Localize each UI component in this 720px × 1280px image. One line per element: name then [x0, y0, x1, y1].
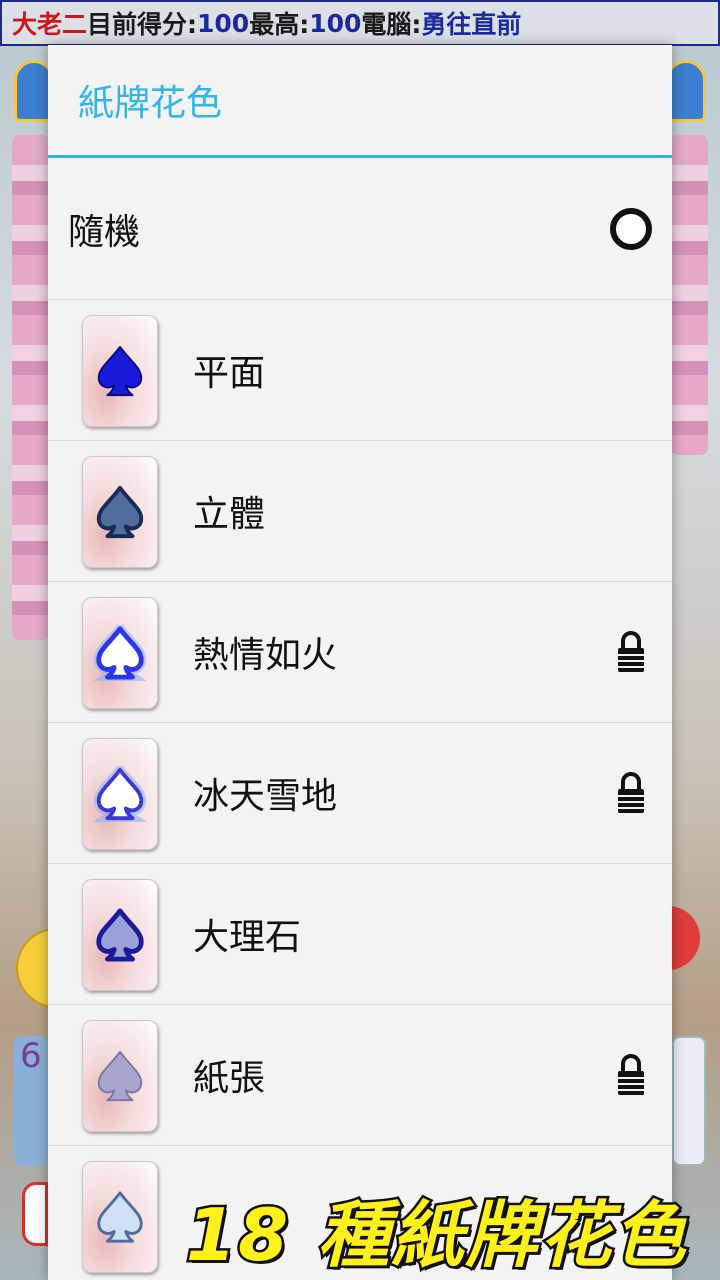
- option-label: 平面: [193, 353, 266, 394]
- card-thumbnail: [82, 879, 158, 991]
- spade-paper-icon: [97, 1050, 143, 1102]
- spade-flat-icon: [97, 345, 143, 397]
- game-badge-right: [666, 60, 706, 122]
- option-label: 大理石: [193, 917, 302, 958]
- card-thumbnail: [82, 597, 158, 709]
- option-item[interactable]: 大理石: [48, 864, 672, 1005]
- promo-banner: 18 種紙牌花色: [184, 1191, 688, 1280]
- option-label: 冰天雪地: [193, 776, 338, 817]
- card-style-dialog: 紙牌花色 隨機 平面立體熱情如火 冰天雪地 大理石紙張: [48, 45, 672, 1280]
- lock-icon: [616, 628, 646, 674]
- card-thumbnail: [82, 738, 158, 850]
- option-item[interactable]: 立體: [48, 441, 672, 582]
- computer-value: 勇往直前: [421, 10, 522, 39]
- lock-icon: [616, 769, 646, 815]
- score-value: 100: [197, 8, 250, 38]
- spade-marble-icon: [96, 908, 144, 962]
- score-label: 目前得分:: [87, 10, 198, 39]
- dialog-title: 紙牌花色: [78, 83, 223, 124]
- option-label: 熱情如火: [193, 635, 338, 676]
- status-bar: 大老二 目前得分: 100 最高: 100 電腦: 勇往直前: [0, 0, 720, 46]
- lock-icon: [616, 1051, 646, 1097]
- option-random-label: 隨機: [68, 211, 141, 253]
- card-thumbnail: [82, 1161, 158, 1273]
- spade-light-icon: [97, 1191, 143, 1243]
- option-item[interactable]: 冰天雪地: [48, 723, 672, 864]
- option-item[interactable]: 熱情如火: [48, 582, 672, 723]
- card-thumbnail: [82, 456, 158, 568]
- opponent-cards-left: [12, 135, 50, 640]
- spade-3d-icon: [96, 485, 144, 539]
- option-label: 紙張: [193, 1058, 266, 1099]
- option-label: 立體: [193, 494, 266, 535]
- card-thumbnail: [82, 1020, 158, 1132]
- game-name: 大老二: [12, 10, 88, 39]
- option-item[interactable]: 平面: [48, 300, 672, 441]
- opponent-cards-right: [670, 135, 708, 455]
- player-card-bg: 6: [14, 1036, 48, 1166]
- computer-label: 電腦:: [361, 10, 422, 39]
- player-card-right-bg: [672, 1036, 706, 1166]
- option-random[interactable]: 隨機: [48, 158, 672, 300]
- radio-button[interactable]: [610, 207, 652, 250]
- red-outline-button-bg: [22, 1182, 48, 1246]
- spade-ice-icon: [94, 766, 146, 822]
- best-value: 100: [309, 8, 362, 38]
- card-thumbnail: [82, 315, 158, 427]
- option-item[interactable]: 紙張: [48, 1005, 672, 1146]
- best-label: 最高:: [249, 10, 310, 39]
- spade-fire-icon: [94, 625, 146, 681]
